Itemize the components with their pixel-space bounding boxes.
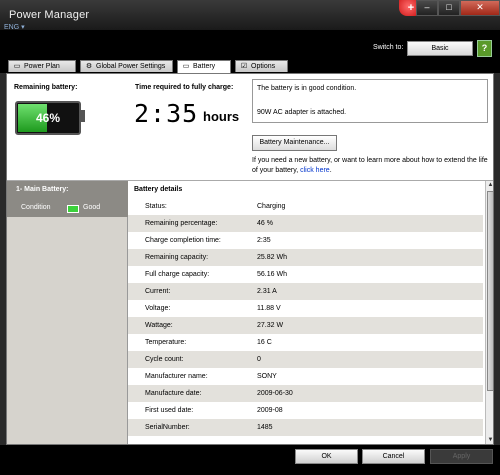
- details-scrollbar[interactable]: ▲ ▼: [485, 181, 493, 444]
- tab-power-plan[interactable]: ▭ Power Plan: [8, 60, 76, 72]
- detail-value: 46 %: [257, 220, 273, 227]
- detail-value: 16 C: [257, 339, 272, 346]
- detail-key: Voltage:: [145, 305, 171, 312]
- window-controls: ‒ □ ✕: [416, 0, 500, 16]
- footer-bar: OK Cancel Apply: [0, 445, 500, 475]
- main-battery-condition: Condition Good: [7, 199, 128, 217]
- charge-time-unit: hours: [203, 109, 240, 124]
- table-row: Wattage: 27.32 W: [128, 317, 483, 334]
- tab-label: Power Plan: [24, 63, 60, 70]
- cancel-button[interactable]: Cancel: [362, 449, 425, 464]
- switch-basic-button[interactable]: Basic: [407, 41, 473, 56]
- window-title: Power Manager: [9, 9, 90, 21]
- detail-key: First used date:: [145, 407, 194, 414]
- adapter-message: 90W AC adapter is attached.: [257, 109, 347, 116]
- detail-key: SerialNumber:: [145, 424, 190, 431]
- click-here-link[interactable]: click here: [300, 167, 330, 174]
- detail-value: 27.32 W: [257, 322, 284, 329]
- detail-key: Wattage:: [145, 322, 173, 329]
- battery-panel: Remaining battery: 46% Time required to …: [6, 73, 494, 445]
- tab-label: Options: [251, 63, 276, 70]
- table-row: Manufacture date: 2009-06-30: [128, 385, 483, 402]
- detail-value: 0: [257, 356, 261, 363]
- tab-global-power-settings[interactable]: ⚙ Global Power Settings: [80, 60, 173, 72]
- charge-time-value: 2:35: [134, 99, 199, 128]
- table-row: Voltage: 11.88 V: [128, 300, 483, 317]
- table-row: Full charge capacity: 56.16 Wh: [128, 266, 483, 283]
- table-row: Charge completion time: 2:35: [128, 232, 483, 249]
- tab-battery[interactable]: ▭ Battery: [177, 60, 231, 73]
- detail-value: 2009-06-30: [257, 390, 293, 397]
- detail-key: Remaining percentage:: [145, 220, 218, 227]
- battery-gauge: 46%: [15, 101, 81, 135]
- tab-label: Global Power Settings: [96, 63, 166, 70]
- status-message-box: The battery is in good condition. 90W AC…: [252, 79, 488, 123]
- table-row: SerialNumber: 1485: [128, 419, 483, 436]
- detail-value: 56.16 Wh: [257, 271, 287, 278]
- battery-info-text: If you need a new battery, or want to le…: [252, 156, 492, 176]
- battery-percent: 46%: [35, 111, 61, 125]
- info-text: If you need a new battery, or want to le…: [252, 157, 488, 174]
- condition-label: Condition: [21, 204, 51, 211]
- table-row: Temperature: 16 C: [128, 334, 483, 351]
- gear-icon: ⚙: [85, 63, 93, 70]
- scroll-up-icon[interactable]: ▲: [486, 181, 493, 190]
- help-icon[interactable]: ?: [477, 40, 492, 57]
- checkbox-icon: ☑: [240, 63, 248, 70]
- detail-value: 11.88 V: [257, 305, 281, 312]
- title-bar: Power Manager ENG ▾ + ‒ □ ✕: [0, 0, 500, 31]
- detail-key: Cycle count:: [145, 356, 184, 363]
- battery-nub: [81, 110, 85, 122]
- detail-key: Manufacture date:: [145, 390, 202, 397]
- condition-message: The battery is in good condition.: [257, 85, 357, 92]
- maximize-icon[interactable]: □: [438, 0, 460, 16]
- battery-details-heading: Battery details: [134, 186, 183, 193]
- tab-options[interactable]: ☑ Options: [235, 60, 288, 72]
- table-row: Status: Charging: [128, 198, 483, 215]
- condition-value: Good: [83, 204, 101, 211]
- table-row: Current: 2.31 A: [128, 283, 483, 300]
- detail-value: SONY: [257, 373, 277, 380]
- battery-good-icon: [67, 205, 79, 213]
- battery-icon: ▭: [182, 63, 190, 70]
- switch-label: Switch to:: [373, 44, 404, 51]
- detail-value: 1485: [257, 424, 273, 431]
- close-icon[interactable]: ✕: [460, 0, 500, 16]
- time-to-charge-label: Time required to fully charge:: [135, 84, 234, 91]
- detail-value: 25.82 Wh: [257, 254, 287, 261]
- battery-maintenance-button[interactable]: Battery Maintenance...: [252, 135, 337, 151]
- scroll-thumb[interactable]: [487, 191, 493, 391]
- tab-bar: ▭ Power Plan ⚙ Global Power Settings ▭ Batt…: [0, 60, 500, 73]
- detail-key: Remaining capacity:: [145, 254, 209, 261]
- main-battery-item[interactable]: 1- Main Battery:: [7, 181, 128, 199]
- detail-key: Temperature:: [145, 339, 187, 346]
- detail-key: Manufacturer name:: [145, 373, 208, 380]
- detail-value: 2:35: [257, 237, 271, 244]
- detail-value: 2.31 A: [257, 288, 277, 295]
- detail-key: Full charge capacity:: [145, 271, 210, 278]
- detail-key: Charge completion time:: [145, 237, 221, 244]
- detail-key: Current:: [145, 288, 171, 295]
- remaining-battery-label: Remaining battery:: [14, 84, 78, 91]
- ok-button[interactable]: OK: [295, 449, 358, 464]
- battery-details-table: Status: Charging Remaining percentage: 46 %…: [128, 198, 483, 436]
- table-row: First used date: 2009-08: [128, 402, 483, 419]
- table-row: Remaining percentage: 46 %: [128, 215, 483, 232]
- scroll-down-icon[interactable]: ▼: [486, 436, 493, 444]
- detail-value: 2009-08: [257, 407, 283, 414]
- tab-label: Battery: [193, 63, 216, 70]
- table-row: Cycle count: 0: [128, 351, 483, 368]
- table-row: Manufacturer name: SONY: [128, 368, 483, 385]
- table-row: Remaining capacity: 25.82 Wh: [128, 249, 483, 266]
- switch-bar: Switch to: Basic ?: [0, 30, 500, 60]
- power-plan-icon: ▭: [13, 63, 21, 70]
- detail-key: Status:: [145, 203, 167, 210]
- detail-value: Charging: [257, 203, 286, 210]
- info-end: .: [329, 167, 332, 174]
- minimize-icon[interactable]: ‒: [416, 0, 438, 16]
- apply-button[interactable]: Apply: [430, 449, 493, 464]
- battery-list-pane: 1- Main Battery: Condition Good: [7, 181, 128, 444]
